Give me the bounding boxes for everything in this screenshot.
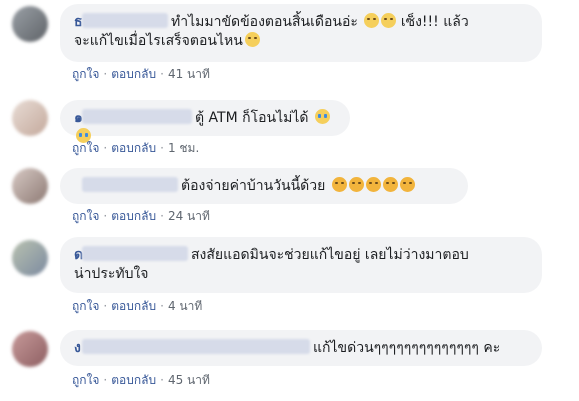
timestamp[interactable]: 24 นาที bbox=[168, 209, 210, 223]
comment-bubble: ด สงสัยแอดมินจะช่วยแก้ไขอยู่ เลยไม่ว่างมา… bbox=[60, 237, 542, 293]
neutral-emoji-icon bbox=[244, 32, 260, 47]
avatar[interactable] bbox=[12, 240, 48, 276]
avatar[interactable] bbox=[12, 168, 48, 204]
comment-text-line2: จะแก้ไขเมื่อไรเสร็จตอนไหน bbox=[74, 33, 243, 49]
commenter-name-blurred[interactable] bbox=[82, 246, 188, 261]
comment-actions: ถูกใจ · ตอบกลับ · 1 ชม. bbox=[72, 140, 199, 156]
reply-link[interactable]: ตอบกลับ bbox=[111, 209, 156, 223]
reply-link[interactable]: ตอบกลับ bbox=[111, 141, 156, 155]
like-link[interactable]: ถูกใจ bbox=[72, 209, 99, 223]
comment-text: ต้องจ่ายค่าบ้านวันนี้ด้วย bbox=[181, 178, 326, 194]
separator: · bbox=[160, 67, 164, 81]
separator: · bbox=[160, 141, 164, 155]
commenter-name-initial[interactable]: ๑ bbox=[74, 109, 83, 128]
separator: · bbox=[103, 209, 108, 223]
comment-actions: ถูกใจ · ตอบกลับ · 45 นาที bbox=[72, 372, 210, 388]
comment-actions: ถูกใจ · ตอบกลับ · 41 นาที bbox=[72, 66, 210, 82]
commenter-name-initial[interactable]: ด bbox=[74, 246, 83, 265]
separator: · bbox=[103, 67, 108, 81]
angry-emoji-icon bbox=[399, 177, 415, 192]
timestamp[interactable]: 45 นาที bbox=[168, 373, 210, 387]
commenter-name-initial[interactable]: ง bbox=[74, 339, 82, 358]
separator: · bbox=[160, 299, 164, 313]
angry-emoji-icon bbox=[365, 177, 381, 192]
commenter-name-blurred[interactable] bbox=[82, 339, 310, 354]
sad-emoji-icon bbox=[364, 13, 380, 28]
comment-text-tail: เซ็ง!!! แล้ว bbox=[400, 14, 469, 30]
timestamp[interactable]: 1 ชม. bbox=[168, 141, 199, 155]
comment-bubble: ธ ทำไมมาขัดข้องตอนสิ้นเดือนอ่ะ เซ็ง!!! แล… bbox=[60, 4, 542, 62]
timestamp[interactable]: 4 นาที bbox=[168, 299, 202, 313]
comment-bubble: ๑ ตู้ ATM ก็โอนไม่ได้ bbox=[60, 100, 350, 143]
avatar[interactable] bbox=[12, 331, 48, 367]
separator: · bbox=[160, 373, 164, 387]
commenter-name-blurred[interactable] bbox=[82, 177, 178, 192]
separator: · bbox=[103, 141, 108, 155]
avatar[interactable] bbox=[12, 6, 48, 42]
reply-link[interactable]: ตอบกลับ bbox=[111, 373, 156, 387]
angry-emoji-icon bbox=[348, 177, 364, 192]
separator: · bbox=[103, 373, 108, 387]
sad-emoji-icon bbox=[381, 13, 397, 28]
commenter-name-blurred[interactable] bbox=[82, 109, 192, 124]
like-link[interactable]: ถูกใจ bbox=[72, 299, 99, 313]
angry-emoji-icon bbox=[331, 177, 347, 192]
commenter-name-initial[interactable]: ธ bbox=[74, 13, 83, 32]
avatar[interactable] bbox=[12, 100, 48, 136]
comment-text: แก้ไขด่วนๆๆๆๆๆๆๆๆๆๆๆๆๆๆ คะ bbox=[313, 340, 501, 356]
comment-text: ตู้ ATM ก็โอนไม่ได้ bbox=[195, 110, 309, 126]
comment-bubble: ต้องจ่ายค่าบ้านวันนี้ด้วย bbox=[60, 168, 468, 204]
comment-bubble: ง แก้ไขด่วนๆๆๆๆๆๆๆๆๆๆๆๆๆๆ คะ bbox=[60, 330, 542, 366]
comment-text: สงสัยแอดมินจะช่วยแก้ไขอยู่ เลยไม่ว่างมาต… bbox=[191, 247, 469, 263]
commenter-name-blurred[interactable] bbox=[82, 13, 168, 28]
comment-actions: ถูกใจ · ตอบกลับ · 24 นาที bbox=[72, 208, 210, 224]
reply-link[interactable]: ตอบกลับ bbox=[111, 299, 156, 313]
comment-text-line2: น่าประทับใจ bbox=[74, 266, 149, 282]
crying-emoji-icon bbox=[314, 109, 330, 124]
reply-link[interactable]: ตอบกลับ bbox=[111, 67, 156, 81]
like-link[interactable]: ถูกใจ bbox=[72, 67, 99, 81]
like-link[interactable]: ถูกใจ bbox=[72, 141, 99, 155]
like-link[interactable]: ถูกใจ bbox=[72, 373, 99, 387]
comment-actions: ถูกใจ · ตอบกลับ · 4 นาที bbox=[72, 298, 202, 314]
angry-emoji-icon bbox=[382, 177, 398, 192]
separator: · bbox=[103, 299, 108, 313]
timestamp[interactable]: 41 นาที bbox=[168, 67, 210, 81]
separator: · bbox=[160, 209, 164, 223]
comment-text: ทำไมมาขัดข้องตอนสิ้นเดือนอ่ะ bbox=[171, 14, 358, 30]
